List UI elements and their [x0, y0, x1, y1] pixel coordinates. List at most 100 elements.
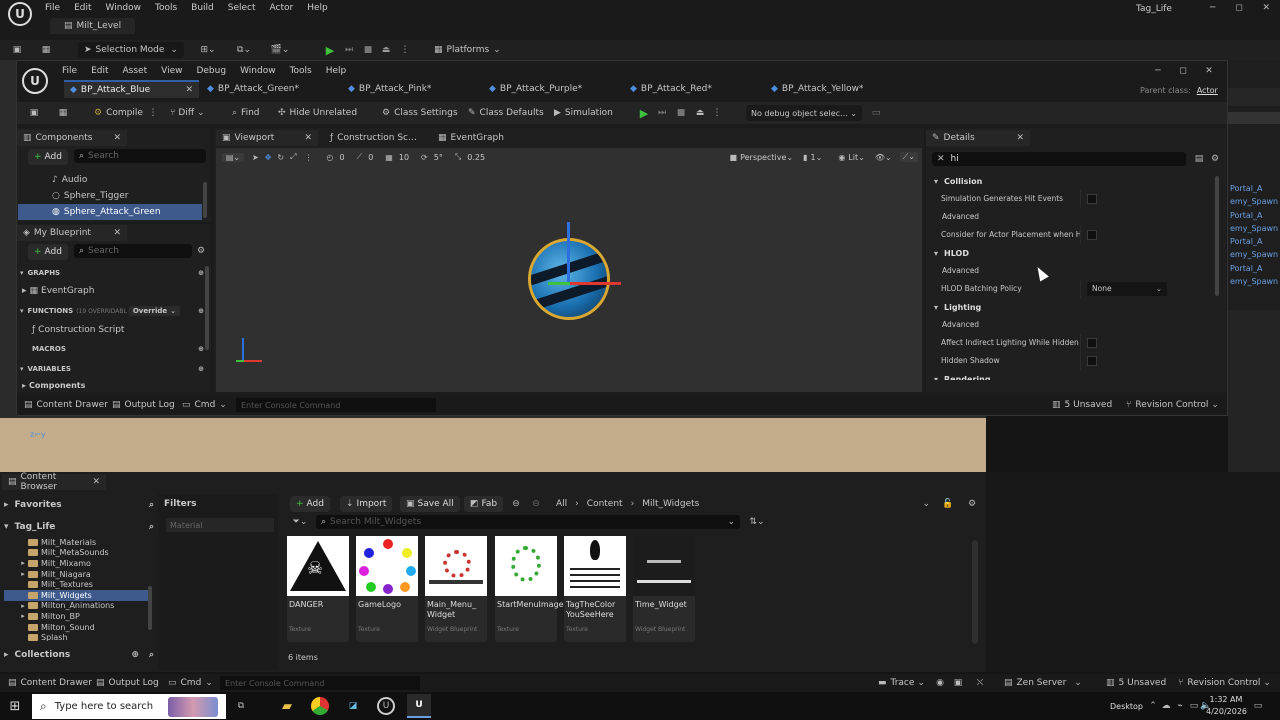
bp-menu-tools[interactable]: Tools: [290, 66, 312, 76]
add-circle-icon[interactable]: ⊕: [198, 345, 204, 353]
search-icon[interactable]: ⌕: [149, 650, 154, 660]
app-icon[interactable]: ◪: [344, 697, 362, 715]
search-icon[interactable]: ⌕: [149, 522, 154, 532]
asset-tile-gamelogo[interactable]: GameLogo Texture: [356, 536, 418, 642]
outliner-item[interactable]: emy_Spawn: [1230, 275, 1278, 288]
add-circle-icon[interactable]: ⊕: [198, 365, 204, 373]
add-component-button[interactable]: + Add: [28, 149, 68, 165]
save-icon[interactable]: ▣: [28, 107, 40, 119]
more-icon[interactable]: ⋮: [305, 153, 313, 162]
bp-tab-yellow[interactable]: ◆ BP_Attack_Yellow*: [763, 80, 904, 98]
property-checkbox[interactable]: [1087, 337, 1097, 348]
folder-tree-scrollbar[interactable]: [148, 586, 152, 630]
folder-item[interactable]: Splash: [4, 632, 148, 641]
add-circle-icon[interactable]: ⊕: [131, 650, 139, 660]
record-icon[interactable]: ◉: [934, 677, 946, 689]
surface-snap-value[interactable]: 0: [368, 153, 373, 162]
menu-tools[interactable]: Tools: [155, 3, 177, 13]
details-scrollbar[interactable]: [1215, 176, 1219, 296]
outliner-item[interactable]: emy_Spawn: [1230, 195, 1278, 208]
functions-header[interactable]: ▾ FUNCTIONS (19 OVERRIDABL Override ⌄ ⊕: [20, 304, 204, 318]
surface-snap-icon[interactable]: ⟋: [357, 152, 363, 162]
close-icon[interactable]: ✕: [1205, 66, 1213, 76]
asset-tile-time-widget[interactable]: Time_Widget Widget Blueprint: [633, 536, 695, 642]
property-checkbox[interactable]: [1087, 355, 1097, 366]
play-icon[interactable]: ▶: [638, 107, 650, 120]
close-tab-icon[interactable]: ✕: [113, 228, 121, 238]
coordinate-space-icon[interactable]: ◴: [327, 153, 334, 162]
unreal-engine-taskbar-icon[interactable]: U: [407, 694, 431, 718]
stop-icon[interactable]: ■: [362, 43, 374, 57]
angle-value[interactable]: 0: [340, 153, 345, 162]
minimize-icon[interactable]: ─: [1155, 66, 1160, 76]
menu-window[interactable]: Window: [106, 3, 142, 13]
components-tab[interactable]: ▥ Components ✕: [17, 130, 127, 146]
usb-icon[interactable]: ⌁: [1174, 700, 1186, 712]
outliner-item[interactable]: emy_Spawn: [1230, 248, 1278, 261]
my-blueprint-scrollbar[interactable]: [205, 266, 209, 350]
menu-edit[interactable]: Edit: [74, 3, 91, 13]
bp-tab-red[interactable]: ◆ BP_Attack_Red*: [622, 80, 763, 98]
maximize-icon[interactable]: ◻: [1179, 66, 1186, 76]
advanced-toggle[interactable]: Advanced ▾: [928, 208, 1214, 226]
rotation-snap-value[interactable]: 5°: [434, 153, 443, 162]
breadcrumb-all[interactable]: All: [556, 499, 567, 509]
bp-tab-blue[interactable]: ◆ BP_Attack_Blue ✕: [64, 80, 199, 98]
show-flags-icon[interactable]: 👁⌄: [875, 153, 892, 162]
viewport-options-icon[interactable]: ▤⌄: [222, 152, 244, 162]
outliner-item[interactable]: Portal_A: [1230, 262, 1278, 275]
my-blueprint-search-input[interactable]: ⌕ Search: [74, 244, 192, 258]
find-button[interactable]: ⌕ Find: [232, 106, 260, 120]
close-icon[interactable]: ✕: [1263, 3, 1271, 13]
sort-icon[interactable]: ⇅⌄: [748, 516, 766, 528]
folder-item[interactable]: Milt_Materials: [4, 537, 148, 548]
console-input[interactable]: Enter Console Command: [220, 676, 420, 690]
clock[interactable]: 1:32 AM 4/20/2026: [1206, 694, 1247, 718]
level-tab[interactable]: ▤ Milt_Level: [50, 18, 136, 34]
event-graph-tab[interactable]: ▦ EventGraph: [432, 130, 522, 146]
components-search-input[interactable]: ⌕ Search: [74, 149, 206, 163]
bp-menu-help[interactable]: Help: [326, 66, 347, 76]
outliner-item[interactable]: Portal_A: [1230, 235, 1278, 248]
add-actor-icon[interactable]: ⊞⌄: [196, 43, 220, 57]
step-icon[interactable]: ⏭: [343, 43, 355, 57]
components-scrollbar[interactable]: [203, 182, 207, 218]
details-section-header[interactable]: ▾ Rendering: [928, 370, 1214, 380]
onedrive-icon[interactable]: ☁: [1160, 700, 1172, 712]
menu-file[interactable]: File: [45, 3, 60, 13]
details-tab[interactable]: ✎ Details ✕: [926, 130, 1030, 146]
step-icon[interactable]: ⏭: [656, 107, 668, 119]
compile-button[interactable]: ⚙ Compile: [94, 106, 143, 120]
select-icon[interactable]: ➤: [252, 153, 259, 162]
realtime-icon[interactable]: ⟋⌄: [899, 152, 918, 162]
save-all-button[interactable]: ▣ Save All: [400, 496, 460, 512]
fab-button[interactable]: ◩ Fab: [464, 496, 504, 512]
revision-control-button[interactable]: ⑂ Revision Control ⌄: [1178, 677, 1271, 689]
advanced-toggle[interactable]: Advanced ▾: [928, 316, 1214, 334]
cinematics-icon[interactable]: 🎬⌄: [268, 43, 292, 57]
zen-server-button[interactable]: ▤ Zen Server ⌄: [1004, 677, 1082, 689]
outliner-item[interactable]: Portal_A: [1230, 209, 1278, 222]
network-icon[interactable]: ▭: [1188, 700, 1200, 712]
clear-search-icon[interactable]: ✕: [937, 154, 945, 164]
task-view-icon[interactable]: ⧉: [232, 697, 250, 715]
close-tab-icon[interactable]: ✕: [1016, 133, 1024, 143]
outliner-item[interactable]: Portal_A: [1230, 182, 1278, 195]
table-view-icon[interactable]: ▤: [1193, 153, 1205, 165]
hide-unrelated-button[interactable]: ✣ Hide Unrelated: [278, 106, 357, 120]
unsaved-button[interactable]: ▥ 5 Unsaved: [1106, 677, 1166, 689]
folder-item[interactable]: ▸ Milt_Mixamo: [4, 558, 148, 569]
filter-icon[interactable]: ⏷⌄: [290, 516, 310, 528]
desktop-label[interactable]: Desktop: [1110, 702, 1143, 711]
chevron-down-icon[interactable]: ⌄: [727, 517, 735, 527]
folder-item[interactable]: ▸ Milt_Niagara: [4, 569, 148, 580]
component-item-sphere-attack-green[interactable]: ◍ Sphere_Attack_Green: [18, 204, 202, 220]
folder-item[interactable]: ▸ Milton_Animations: [4, 601, 148, 612]
breadcrumb-milt-widgets[interactable]: Milt_Widgets: [642, 499, 699, 509]
asset-area-scrollbar[interactable]: [972, 540, 978, 644]
components-category[interactable]: ▸ Components: [22, 378, 85, 392]
parent-class-link[interactable]: Actor: [1197, 86, 1218, 95]
add-circle-icon[interactable]: ⊕: [198, 307, 204, 315]
bp-cmd-button[interactable]: ▭ Cmd ⌄: [182, 399, 227, 411]
bp-menu-view[interactable]: View: [161, 66, 182, 76]
